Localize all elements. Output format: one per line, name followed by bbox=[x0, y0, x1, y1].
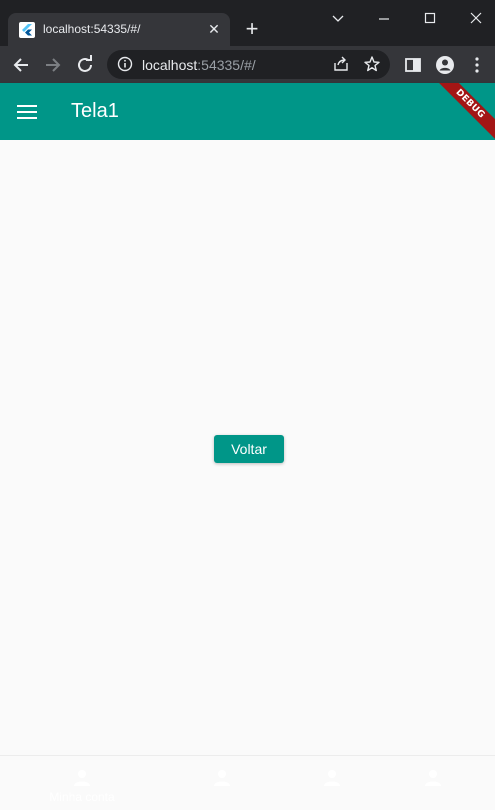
forward-arrow-icon[interactable] bbox=[41, 53, 65, 77]
maximize-icon[interactable] bbox=[416, 6, 444, 30]
debug-banner: DEBUG bbox=[426, 83, 495, 140]
app-bar: Tela1 DEBUG bbox=[0, 83, 495, 140]
bottom-nav-item-4[interactable] bbox=[371, 756, 495, 810]
profile-icon[interactable] bbox=[435, 55, 455, 75]
person-icon bbox=[214, 770, 230, 786]
bottom-nav-item-2[interactable] bbox=[160, 756, 284, 810]
browser-tab[interactable]: localhost:54335/#/ ✕ bbox=[8, 13, 230, 46]
back-arrow-icon[interactable] bbox=[9, 53, 33, 77]
bottom-nav-label: Minha conta bbox=[49, 790, 115, 804]
url-host: localhost bbox=[142, 57, 198, 73]
reload-icon[interactable] bbox=[73, 53, 97, 77]
window-close-icon[interactable] bbox=[462, 6, 490, 30]
share-icon[interactable] bbox=[332, 55, 350, 73]
browser-titlebar: localhost:54335/#/ ✕ + bbox=[0, 0, 495, 46]
star-icon[interactable] bbox=[363, 55, 381, 73]
address-bar[interactable]: localhost:54335/#/ bbox=[107, 50, 390, 79]
page-body: Voltar bbox=[0, 140, 495, 755]
hamburger-menu-icon[interactable] bbox=[16, 102, 38, 122]
bottom-nav-item-minha-conta[interactable]: Minha conta bbox=[20, 756, 144, 810]
person-icon bbox=[425, 770, 441, 786]
url-path: :54335/#/ bbox=[197, 57, 256, 73]
bottom-navigation: Minha conta bbox=[0, 755, 495, 809]
browser-toolbar: localhost:54335/#/ bbox=[0, 46, 495, 83]
plus-icon[interactable]: + bbox=[241, 18, 263, 40]
minimize-icon[interactable] bbox=[370, 6, 398, 30]
chevron-down-icon[interactable] bbox=[324, 6, 352, 30]
side-panel-icon[interactable] bbox=[403, 55, 423, 75]
close-icon[interactable]: ✕ bbox=[206, 21, 222, 37]
person-icon bbox=[324, 770, 340, 786]
info-icon[interactable] bbox=[117, 56, 133, 72]
page-title: Tela1 bbox=[71, 100, 119, 122]
flutter-favicon bbox=[19, 22, 35, 38]
person-icon bbox=[74, 770, 90, 786]
address-url[interactable]: localhost:54335/#/ bbox=[142, 57, 256, 73]
voltar-button[interactable]: Voltar bbox=[214, 435, 284, 463]
tab-title: localhost:54335/#/ bbox=[43, 22, 141, 36]
kebab-menu-icon[interactable] bbox=[467, 55, 487, 75]
